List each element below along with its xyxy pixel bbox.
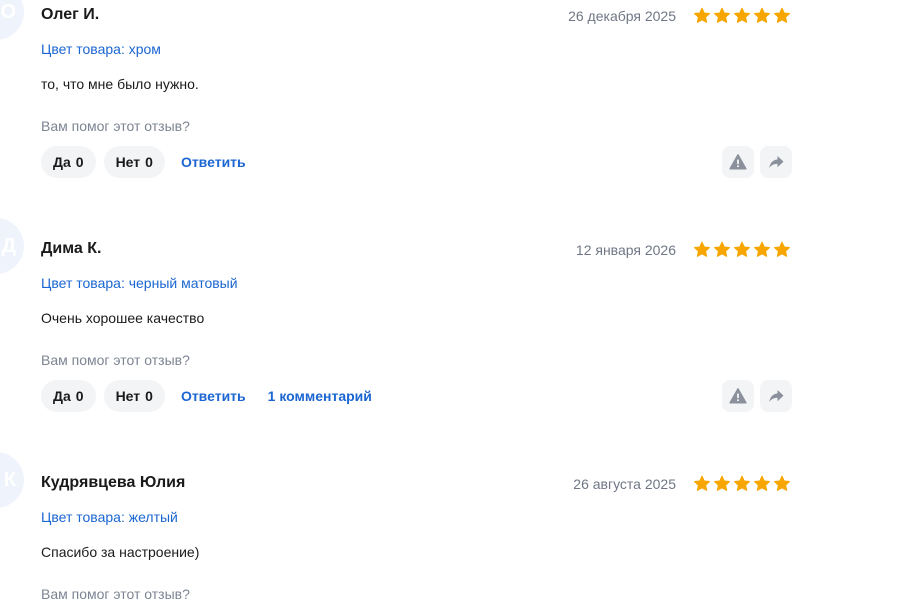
star-icon [734,7,750,23]
star-icon [734,241,750,257]
star-icon [774,241,790,257]
review-text: Очень хорошее качество [41,310,205,326]
helpful-no-button[interactable]: Нет 0 [103,146,165,178]
share-arrow-icon [767,387,785,405]
review-card: О Олег И. 26 декабря 2025 Цвет товара: х… [0,0,905,234]
review-actions: Да 0 Нет 0 Ответить [41,146,252,178]
star-icon [774,7,790,23]
product-variant: Цвет товара: черный матовый [41,275,238,291]
yes-label: Да [53,154,71,170]
helpful-question: Вам помог этот отзыв? [41,586,190,602]
rating-stars [693,241,791,259]
review-author: Кудрявцева Юлия [41,474,186,491]
review-date: 26 августа 2025 [573,476,676,492]
product-variant: Цвет товара: желтый [41,509,178,525]
yes-label: Да [53,388,71,404]
review-card: Д Дима К. 12 января 2026 Цвет товара: че… [0,218,905,468]
review-author: Олег И. [41,6,100,23]
review-text: то, что мне было нужно. [41,76,199,92]
review-actions: Да 0 Нет 0 Ответить 1 комментарий [41,380,378,412]
helpful-question: Вам помог этот отзыв? [41,118,190,134]
product-variant: Цвет товара: хром [41,41,161,57]
no-count: 0 [145,154,153,170]
warning-icon [729,387,747,405]
no-label: Нет [115,388,141,404]
comments-link[interactable]: 1 комментарий [268,388,372,404]
share-button[interactable] [760,146,792,178]
rating-stars [693,475,791,493]
review-card: К Кудрявцева Юлия 26 августа 2025 Цвет т… [0,452,905,606]
star-icon [774,475,790,491]
review-date: 26 декабря 2025 [568,8,676,24]
share-button[interactable] [760,380,792,412]
review-text: Спасибо за настроение) [41,544,200,560]
reply-link[interactable]: Ответить [181,154,246,170]
star-icon [754,475,770,491]
avatar: О [0,0,24,40]
report-button[interactable] [722,146,754,178]
star-icon [714,7,730,23]
review-author: Дима К. [41,240,102,257]
helpful-no-button[interactable]: Нет 0 [103,380,165,412]
star-icon [754,241,770,257]
helpful-question: Вам помог этот отзыв? [41,352,190,368]
yes-count: 0 [75,388,84,404]
review-date: 12 января 2026 [575,242,676,258]
reply-link[interactable]: Ответить [181,388,246,404]
star-icon [714,475,730,491]
star-icon [734,475,750,491]
yes-count: 0 [75,154,84,170]
star-icon [694,7,710,23]
share-arrow-icon [767,153,785,171]
star-icon [694,475,710,491]
helpful-yes-button[interactable]: Да 0 [41,146,96,178]
no-count: 0 [145,388,153,404]
warning-icon [729,153,747,171]
no-label: Нет [115,154,141,170]
rating-stars [693,7,791,25]
helpful-yes-button[interactable]: Да 0 [41,380,96,412]
star-icon [694,241,710,257]
star-icon [714,241,730,257]
report-button[interactable] [722,380,754,412]
star-icon [754,7,770,23]
